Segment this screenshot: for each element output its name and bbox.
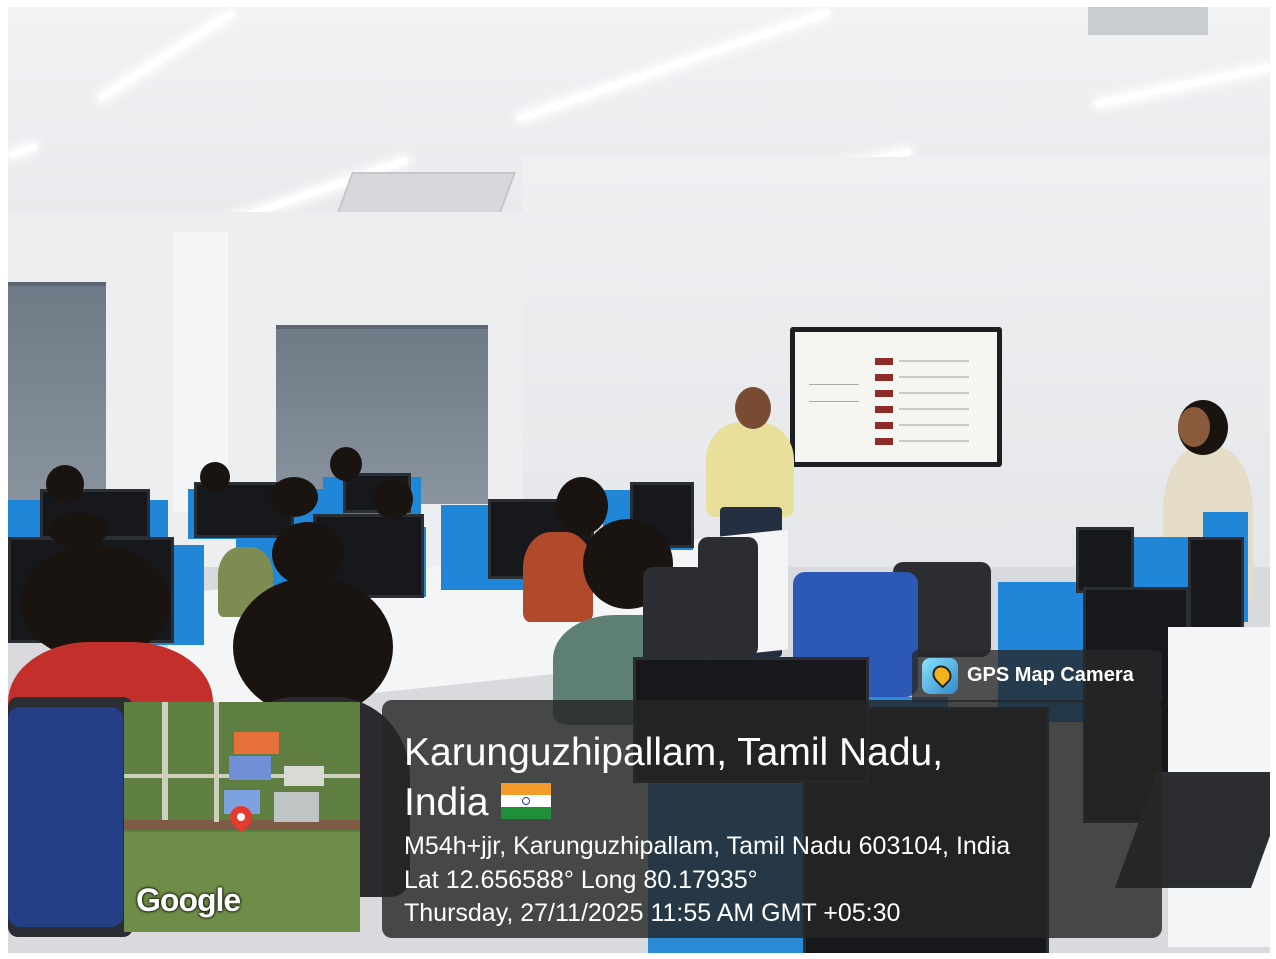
slide-row	[875, 406, 975, 413]
presentation-screen	[790, 327, 1002, 467]
slide-row	[875, 422, 975, 429]
student-head	[233, 577, 393, 717]
computer-monitor	[1076, 527, 1134, 593]
location-title-line2-wrap: India	[404, 778, 1104, 828]
coordinates: Lat 12.656588° Long 80.17935°	[404, 866, 758, 894]
office-chair	[8, 707, 123, 927]
app-name: GPS Map Camera	[967, 664, 1134, 686]
slide-row	[875, 438, 975, 445]
address: M54h+jjr, Karunguzhipallam, Tamil Nadu 6…	[404, 832, 1011, 860]
presenter-head	[735, 387, 771, 429]
datetime: Thursday, 27/11/2025 11:55 AM GMT +05:30	[404, 899, 901, 927]
slide-title-block	[809, 384, 859, 402]
office-chair	[698, 537, 758, 657]
student-head	[46, 465, 84, 503]
student-head	[48, 512, 108, 547]
location-title-line2: India	[404, 781, 489, 824]
student-head	[270, 477, 318, 517]
ceiling-ac-unit	[1088, 7, 1208, 35]
map-road	[214, 702, 219, 822]
slide-row	[875, 390, 975, 397]
slide-row	[875, 374, 975, 381]
office-chair	[643, 567, 705, 667]
india-flag-icon	[500, 783, 551, 819]
location-pin-icon	[928, 661, 956, 689]
location-title: Karunguzhipallam, Tamil Nadu, India	[404, 728, 1104, 828]
slide-row	[875, 358, 975, 365]
gps-map-camera-app-icon	[922, 658, 958, 694]
student-head	[200, 462, 230, 492]
google-attribution: Google	[136, 882, 241, 918]
map-building	[229, 756, 271, 780]
map-building	[284, 766, 324, 786]
student	[523, 532, 593, 622]
student-head	[556, 477, 608, 535]
student-head	[330, 447, 362, 481]
student-head	[373, 479, 413, 519]
slide	[795, 332, 997, 462]
map-thumbnail: Google	[124, 702, 360, 932]
map-building	[234, 732, 279, 754]
presenter	[706, 422, 794, 517]
map-road	[162, 702, 168, 820]
map-building	[274, 792, 319, 822]
standing-woman-face	[1178, 407, 1210, 447]
gps-map-camera-logo: GPS Map Camera	[912, 650, 1162, 702]
location-title-line1: Karunguzhipallam, Tamil Nadu,	[404, 731, 944, 774]
